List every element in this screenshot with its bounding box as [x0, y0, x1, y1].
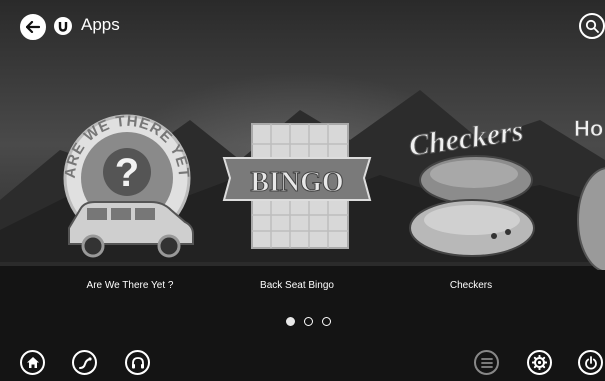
question-mark-glyph: ? — [115, 151, 139, 195]
page-dot-1[interactable] — [286, 317, 295, 326]
power-button[interactable] — [578, 350, 603, 375]
are-we-there-yet-artwork: ARE WE THERE YET ? — [62, 113, 194, 258]
settings-button[interactable] — [527, 350, 552, 375]
menu-button[interactable] — [474, 350, 499, 375]
home-icon — [26, 357, 39, 368]
app-label-checkers: Checkers — [449, 280, 493, 291]
navigation-button[interactable] — [72, 350, 97, 375]
search-icon — [585, 19, 599, 33]
app-tile-back-seat-bingo[interactable]: BINGO — [222, 120, 372, 255]
settings-icon — [532, 355, 547, 370]
top-bar: Apps — [0, 0, 605, 50]
page-dot-2[interactable] — [304, 317, 313, 326]
page-title: Apps — [81, 15, 120, 34]
checkers-artwork: Checkers — [406, 114, 535, 257]
app-label-back-seat-bingo: Back Seat Bingo — [260, 280, 334, 291]
u-logo-icon — [54, 17, 72, 35]
search-button[interactable] — [579, 13, 605, 39]
app-tile-checkers[interactable]: Checkers — [396, 108, 546, 268]
bingo-card-artwork: BINGO — [222, 123, 372, 249]
power-icon — [584, 355, 597, 370]
page-indicator — [286, 317, 331, 326]
headphones-button[interactable] — [125, 350, 150, 375]
partial-app-artwork: Ho — [574, 116, 605, 270]
app-tile-are-we-there-yet[interactable]: ARE WE THERE YET ? — [55, 110, 205, 270]
page-dot-3[interactable] — [322, 317, 331, 326]
home-button[interactable] — [20, 350, 45, 375]
app-tile-partial[interactable]: Ho — [572, 110, 605, 270]
menu-icon — [480, 357, 493, 368]
app-label-are-we-there-yet: Are We There Yet ? — [86, 280, 174, 291]
navigation-icon — [78, 356, 92, 369]
back-button[interactable] — [20, 14, 46, 40]
bingo-banner-text: BINGO — [250, 167, 343, 198]
headphones-icon — [131, 357, 144, 369]
back-arrow-icon — [26, 21, 40, 33]
partial-title-text: Ho — [574, 116, 603, 141]
